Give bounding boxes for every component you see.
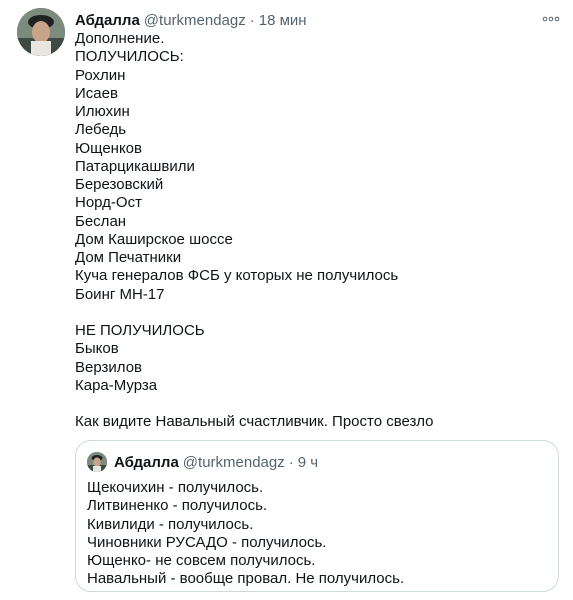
avatar[interactable] [17,8,65,56]
tweet-line: Кара-Мурза [75,376,158,394]
author-name[interactable]: Абдалла [75,12,140,29]
quoted-line: Кивилиди - получилось. [87,515,254,533]
tweet-line: Как видите Навальный счастливчик. Просто… [75,413,434,431]
tweet-text: Дополнение. ПОЛУЧИЛОСЬ: Рохлин Исаев Илю… [75,30,555,432]
tweet-line: Ющенков [75,139,142,157]
tweet-time[interactable]: 18 мин [259,12,307,29]
quoted-author-handle: @turkmendagz [182,453,285,471]
tweet-line: Илюхин [75,103,130,120]
quoted-line: Чиновники РУСАДО - получилось. [87,533,327,551]
tweet-line: Исаев [75,84,118,102]
quoted-meta-separator: · [288,453,294,471]
quoted-tweet-text: Щекочихин - получилось. Литвиненко - пол… [87,479,547,589]
quoted-author-name: Абдалла [114,453,179,471]
quoted-line: Литвиненко - получилось. [87,497,268,515]
author-handle[interactable]: @turkmendagz [144,12,246,29]
tweet-line: Рохлин [75,66,126,84]
quoted-tweet-time: 9 ч [297,453,319,471]
tweet-header: Абдалла @turkmendagz · 18 мин [75,10,307,30]
tweet-line: Беслан [75,212,127,230]
tweet: Абдалла @turkmendagz · 18 мин Дополнение… [0,0,573,600]
tweet-line: Быков [75,340,119,358]
quoted-avatar [87,452,107,472]
tweet-line: Дом Каширское шоссе [75,230,233,248]
quoted-line: Навальный - вообще провал. Не получилось… [87,570,405,588]
tweet-line: Верзилов [75,358,143,376]
quoted-line: Ющенко- не совсем получилось. [87,552,316,569]
tweet-line: Боинг МН-17 [75,285,165,303]
tweet-line: Лебедь [75,121,127,139]
tweet-line: Патарцикашвили [75,157,195,175]
quoted-tweet[interactable]: Абдалла @turkmendagz · 9 ч Щекочихин - п… [75,440,559,592]
quoted-header: Абдалла @turkmendagz · 9 ч [114,452,318,472]
tweet-line: Дополнение. [75,30,165,47]
tweet-line: ПОЛУЧИЛОСЬ: [75,48,184,66]
tweet-line: Норд-Ост [75,194,142,212]
tweet-line: Куча генералов ФСБ у которых не получило… [75,267,399,285]
ellipsis-icon[interactable] [541,12,561,26]
tweet-line: Дом Печатники [75,249,182,266]
meta-separator: · [249,11,255,29]
tweet-line: Березовский [75,176,164,193]
tweet-line: НЕ ПОЛУЧИЛОСЬ [75,322,205,339]
quoted-line: Щекочихин - получилось. [87,479,264,496]
